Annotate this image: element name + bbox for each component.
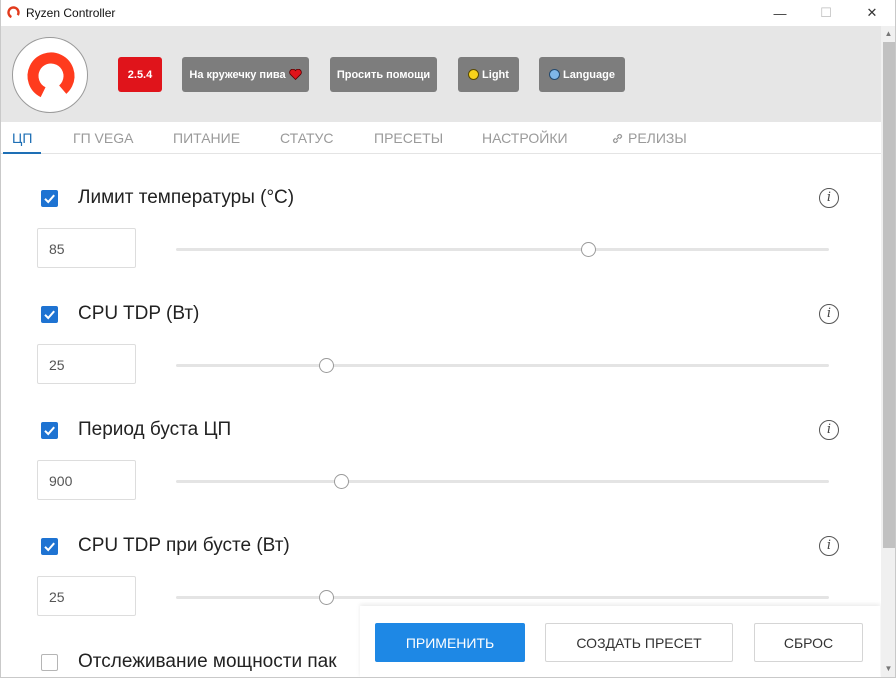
cpu-tdp-label: CPU TDP (Вт)	[78, 303, 200, 324]
version-label: 2.5.4	[127, 68, 153, 81]
donate-label: На кружечку пива	[189, 68, 286, 81]
help-button[interactable]: Просить помощи	[330, 57, 437, 92]
tab-settings[interactable]: НАСТРОЙКИ	[482, 130, 568, 146]
app-window: Ryzen Controller — ☐ ✕ 2.5.4 На кружечку…	[0, 0, 896, 678]
create-preset-button[interactable]: СОЗДАТЬ ПРЕСЕТ	[545, 623, 733, 662]
maximize-button[interactable]: ☐	[803, 0, 849, 26]
checkmark-icon	[44, 194, 55, 204]
tab-gpu-vega[interactable]: ГП VEGA	[73, 130, 133, 146]
checkmark-icon	[44, 426, 55, 436]
help-label: Просить помощи	[336, 68, 431, 81]
temp-limit-slider[interactable]	[176, 248, 829, 251]
globe-icon	[549, 69, 561, 80]
vertical-scrollbar[interactable]: ▲ ▼	[881, 26, 895, 677]
scroll-up-icon[interactable]: ▲	[881, 27, 895, 41]
cpu-tdp-checkbox[interactable]	[41, 306, 58, 323]
tab-status[interactable]: СТАТУС	[280, 130, 334, 146]
tab-power[interactable]: ПИТАНИЕ	[173, 130, 240, 146]
ryzen-ring-icon	[27, 52, 75, 100]
version-badge[interactable]: 2.5.4	[118, 57, 162, 92]
boost-period-slider[interactable]	[176, 480, 829, 483]
scrollbar-thumb[interactable]	[883, 42, 895, 548]
info-icon[interactable]: i	[819, 420, 839, 440]
donate-button[interactable]: На кружечку пива	[182, 57, 309, 92]
reset-button[interactable]: СБРОС	[754, 623, 863, 662]
scroll-down-icon[interactable]: ▼	[881, 662, 895, 676]
power-tracking-label: Отслеживание мощности пак	[78, 651, 337, 672]
title-bar: Ryzen Controller — ☐ ✕	[1, 0, 895, 26]
tab-bar: ЦП ГП VEGA ПИТАНИЕ СТАТУС ПРЕСЕТЫ НАСТРО…	[1, 122, 881, 154]
temp-limit-input[interactable]: 85	[37, 228, 136, 268]
info-icon[interactable]: i	[819, 304, 839, 324]
checkmark-icon	[44, 542, 55, 552]
tab-releases[interactable]: РЕЛИЗЫ	[628, 130, 687, 146]
window-title: Ryzen Controller	[26, 6, 116, 20]
heart-icon	[288, 69, 302, 80]
checkmark-icon	[44, 310, 55, 320]
language-label: Language	[563, 68, 615, 81]
boost-tdp-input[interactable]: 25	[37, 576, 136, 616]
light-label: Light	[482, 68, 509, 81]
header-bar: 2.5.4 На кружечку пива Просить помощи Li…	[1, 26, 881, 122]
sun-icon	[468, 69, 480, 80]
boost-tdp-checkbox[interactable]	[41, 538, 58, 555]
temp-limit-label: Лимит температуры (°C)	[78, 187, 295, 208]
close-button[interactable]: ✕	[849, 0, 895, 26]
cpu-tdp-input[interactable]: 25	[37, 344, 136, 384]
link-icon	[612, 133, 623, 144]
boost-period-input[interactable]: 900	[37, 460, 136, 500]
info-icon[interactable]: i	[819, 188, 839, 208]
ryzen-logo	[12, 37, 88, 113]
cpu-tdp-slider[interactable]	[176, 364, 829, 367]
info-icon[interactable]: i	[819, 536, 839, 556]
theme-light-button[interactable]: Light	[458, 57, 519, 92]
temp-limit-slider-thumb[interactable]	[581, 242, 597, 257]
cpu-tdp-slider-thumb[interactable]	[319, 358, 335, 373]
temp-limit-checkbox[interactable]	[41, 190, 58, 207]
apply-button[interactable]: ПРИМЕНИТЬ	[375, 623, 525, 662]
boost-tdp-slider-thumb[interactable]	[319, 590, 335, 605]
boost-period-label: Период буста ЦП	[78, 419, 232, 440]
tab-cpu[interactable]: ЦП	[12, 130, 32, 146]
boost-tdp-slider[interactable]	[176, 596, 829, 599]
active-tab-indicator	[3, 152, 41, 154]
minimize-button[interactable]: —	[757, 0, 803, 26]
language-button[interactable]: Language	[539, 57, 625, 92]
boost-period-slider-thumb[interactable]	[334, 474, 350, 489]
action-bar: ПРИМЕНИТЬ СОЗДАТЬ ПРЕСЕТ СБРОС	[360, 606, 880, 677]
boost-period-checkbox[interactable]	[41, 422, 58, 439]
app-logo-icon	[7, 6, 20, 19]
power-tracking-checkbox[interactable]	[41, 654, 58, 671]
boost-tdp-label: CPU TDP при бусте (Вт)	[78, 535, 290, 556]
tab-presets[interactable]: ПРЕСЕТЫ	[374, 130, 443, 146]
